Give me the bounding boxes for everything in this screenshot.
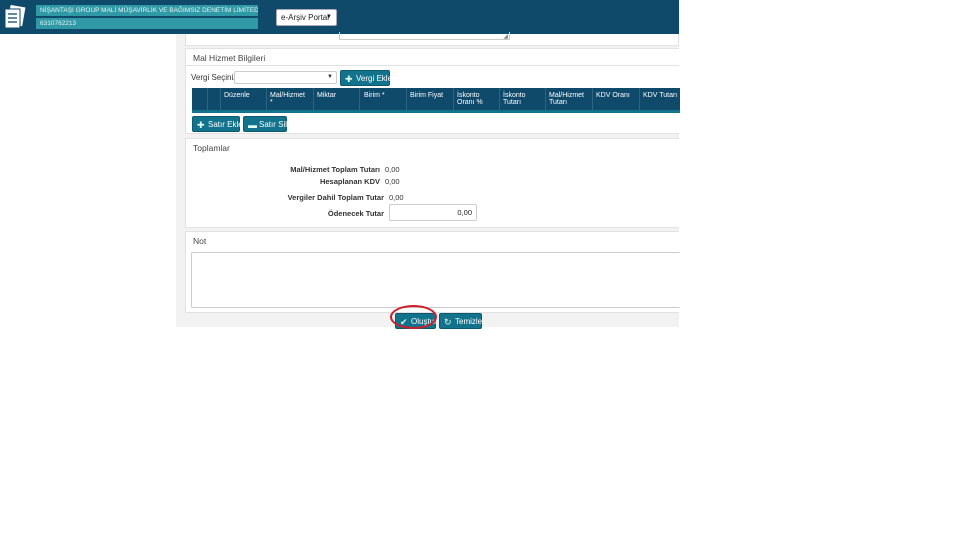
toplamlar-title: Toplamlar [193, 143, 230, 153]
mal-hizmet-title: Mal Hizmet Bilgileri [193, 53, 266, 63]
vergiler-dahil-value: 0,00 [389, 193, 404, 202]
column-divider [639, 88, 640, 110]
toplamlar-section: Toplamlar Mal/Hizmet Toplam Tutarı 0,00 … [185, 138, 679, 228]
vergi-label: Vergi Seçiniz: [191, 73, 240, 82]
satir-sil-label: Satır Sil [259, 120, 288, 129]
col-kdv-tutari[interactable]: KDV Tutarı [643, 92, 677, 99]
not-section: Not [185, 231, 680, 313]
odenecek-label: Ödenecek Tutar [327, 209, 384, 218]
not-title: Not [193, 236, 207, 246]
caret-down-icon: ▼ [326, 14, 332, 20]
vergiler-dahil-label: Vergiler Dahil Toplam Tutar [287, 193, 384, 202]
column-divider [592, 88, 593, 110]
satir-ekle-label: Satır Ekle [208, 120, 243, 129]
tax-id: 6310762213 [36, 18, 258, 29]
top-bar: NİŞANTAŞI GROUP MALİ MÜŞAVİRLİK VE BAĞIM… [0, 0, 679, 34]
temizle-button[interactable]: ↻ Temizle [439, 313, 482, 329]
column-divider [207, 88, 208, 110]
portal-select-value: e-Arşiv Portal [281, 13, 330, 22]
resize-grip-icon[interactable]: ◢ [503, 33, 508, 40]
mal-hizmet-section: Mal Hizmet Bilgileri Vergi Seçiniz: ▼ ✚ … [185, 48, 680, 134]
column-divider [406, 88, 407, 110]
not-textarea[interactable] [191, 252, 680, 308]
mal-hizmet-toplam-value: 0,00 [385, 165, 400, 174]
col-kdv-orani[interactable]: KDV Oranı [596, 92, 630, 99]
minus-icon: ▬ [248, 120, 257, 130]
column-divider [220, 88, 221, 110]
company-name: NİŞANTAŞI GROUP MALİ MÜŞAVİRLİK VE BAĞIM… [36, 5, 258, 16]
column-divider [313, 88, 314, 110]
previous-textarea[interactable]: ◢ [339, 32, 510, 40]
column-divider [453, 88, 454, 110]
col-mal-hizmet[interactable]: Mal/Hizmet * [270, 92, 305, 106]
refresh-icon: ↻ [444, 317, 452, 327]
caret-down-icon: ▼ [327, 74, 333, 80]
items-table-header: Düzenle Mal/Hizmet * Miktar Birim * Birim… [192, 88, 680, 113]
column-divider [359, 88, 360, 110]
plus-icon: ✚ [345, 74, 353, 84]
vergi-ekle-label: Vergi Ekle [356, 74, 393, 83]
col-duzenle[interactable]: Düzenle [224, 92, 250, 99]
odenecek-input[interactable]: 0,00 [389, 204, 477, 221]
document-logo-icon [4, 5, 26, 29]
highlight-circle [390, 305, 437, 329]
col-birim-fiyat[interactable]: Birim Fiyat [410, 92, 443, 99]
satir-ekle-button[interactable]: ✚ Satır Ekle [192, 116, 243, 132]
mal-hizmet-toplam-label: Mal/Hizmet Toplam Tutarı [290, 165, 380, 174]
col-iskonto-tutari[interactable]: İskonto Tutarı [503, 92, 526, 106]
section-divider [186, 65, 679, 66]
col-birim[interactable]: Birim * [364, 92, 385, 99]
vergi-ekle-button[interactable]: ✚ Vergi Ekle [340, 70, 393, 86]
temizle-label: Temizle [455, 317, 483, 326]
portal-select[interactable]: e-Arşiv Portal ▼ [276, 9, 337, 26]
satir-sil-button[interactable]: ▬ Satır Sil [243, 116, 287, 132]
col-iskonto-orani[interactable]: İskonto Oranı % [457, 92, 483, 106]
col-miktar[interactable]: Miktar [317, 92, 336, 99]
col-mal-hizmet-tutari[interactable]: Mal/Hizmet Tutarı [549, 92, 584, 106]
plus-icon: ✚ [197, 120, 205, 130]
column-divider [266, 88, 267, 110]
previous-section: ◢ [185, 32, 679, 46]
column-divider [545, 88, 546, 110]
vergi-select[interactable]: ▼ [234, 71, 337, 84]
hesaplanan-kdv-value: 0,00 [385, 177, 400, 186]
hesaplanan-kdv-label: Hesaplanan KDV [319, 177, 380, 186]
column-divider [499, 88, 500, 110]
